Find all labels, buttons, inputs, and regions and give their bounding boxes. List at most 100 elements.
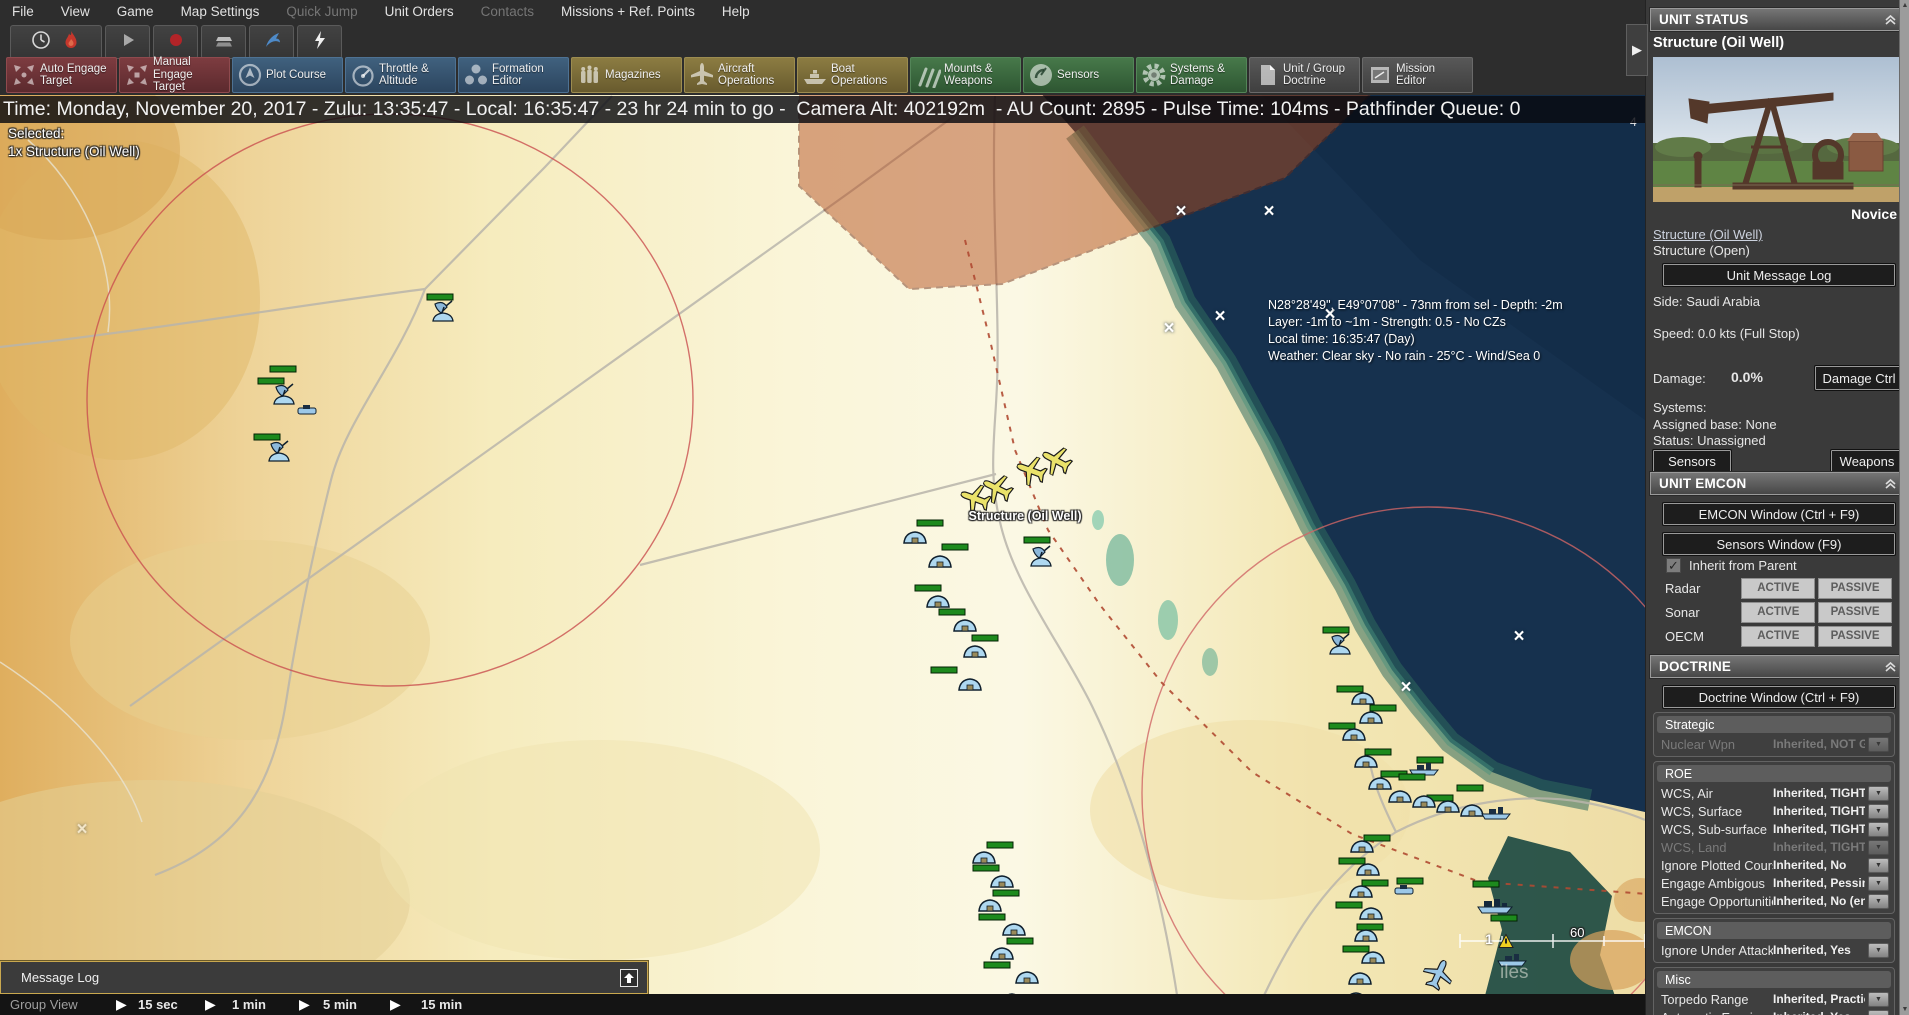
ribbon-plot-course[interactable]: Plot Course (232, 57, 343, 93)
menu-game[interactable]: Game (117, 4, 154, 19)
aircraft-icon[interactable] (1042, 445, 1072, 477)
oecm-passive-button[interactable]: PASSIVE (1818, 626, 1892, 647)
facility-icon[interactable] (977, 897, 1003, 913)
warning-icon[interactable] (1498, 934, 1514, 949)
doctrine-dropdown-button[interactable]: ▼ (1868, 894, 1889, 909)
sensors-window-button[interactable]: Sensors Window (F9) (1663, 533, 1895, 555)
unknown-contact-x-icon[interactable]: × (1513, 626, 1524, 648)
doctrine-window-button[interactable]: Doctrine Window (Ctrl + F9) (1663, 686, 1895, 708)
unknown-contact-x-icon[interactable]: × (1175, 201, 1186, 223)
ribbon-boat-operations[interactable]: Boat Operations (797, 57, 908, 93)
vehicle-icon[interactable] (1393, 884, 1415, 896)
menu-file[interactable]: File (12, 4, 34, 19)
scroll-down-icon[interactable]: ▼ (1900, 1006, 1909, 1013)
doctrine-dropdown-button[interactable]: ▼ (1868, 943, 1889, 958)
inherit-from-parent-checkbox[interactable]: ✓ (1666, 558, 1681, 573)
time-step-15-sec[interactable]: 15 sec (138, 994, 178, 1015)
ribbon-formation-editor[interactable]: Formation Editor (458, 57, 569, 93)
unit-count-label[interactable]: 1 (1485, 931, 1493, 947)
doctrine-dropdown-button[interactable]: ▼ (1868, 786, 1889, 801)
facility-icon[interactable] (1341, 726, 1367, 742)
unit-emcon-header[interactable]: UNIT EMCON (1650, 472, 1906, 495)
doctrine-header[interactable]: DOCTRINE (1650, 655, 1906, 678)
facility-icon[interactable] (1360, 949, 1386, 965)
facility-icon[interactable] (1001, 921, 1027, 937)
ribbon-auto-engage-target[interactable]: Auto Engage Target (6, 57, 117, 93)
sidebar-scrollbar[interactable]: ▲ ▼ (1899, 0, 1909, 1015)
facility-icon[interactable] (952, 617, 978, 633)
clock-flame-button[interactable] (10, 25, 102, 59)
facility-icon[interactable] (925, 593, 951, 609)
facility-icon[interactable] (989, 873, 1015, 889)
unit-status-header[interactable]: UNIT STATUS (1650, 8, 1906, 31)
radar-site-icon[interactable] (1028, 544, 1054, 568)
radar-site-icon[interactable] (271, 382, 297, 406)
sensors-button[interactable]: Sensors (1653, 450, 1731, 472)
unit-db-link[interactable]: Structure (Oil Well) (1653, 227, 1763, 242)
unknown-contact-x-icon[interactable]: × (1263, 201, 1274, 223)
record-button[interactable] (153, 25, 198, 59)
facility-icon[interactable] (1347, 970, 1373, 986)
doctrine-dropdown-button[interactable]: ▼ (1868, 822, 1889, 837)
unit-message-log-button[interactable]: Unit Message Log (1663, 264, 1895, 286)
message-log-expand-button[interactable] (620, 969, 638, 987)
ribbon-throttle-altitude[interactable]: Throttle & Altitude (345, 57, 456, 93)
facility-icon[interactable] (1358, 709, 1384, 725)
facility-icon[interactable] (1349, 838, 1375, 854)
facility-icon[interactable] (1435, 798, 1461, 814)
play-button[interactable] (105, 25, 150, 59)
ship-icon[interactable] (1477, 898, 1513, 914)
facility-icon[interactable] (962, 643, 988, 659)
aircraft-icon[interactable] (983, 473, 1013, 505)
sonar-active-button[interactable]: ACTIVE (1741, 602, 1815, 623)
facility-icon[interactable] (989, 945, 1015, 961)
damage-ctrl-button[interactable]: Damage Ctrl (1815, 366, 1903, 390)
facility-icon[interactable] (957, 676, 983, 692)
ribbon-sensors[interactable]: Sensors (1023, 57, 1134, 93)
facility-icon[interactable] (1411, 793, 1437, 809)
time-step-5-min[interactable]: 5 min (323, 994, 357, 1015)
menu-view[interactable]: View (61, 4, 90, 19)
facility-icon[interactable] (902, 529, 928, 545)
radar-site-icon[interactable] (430, 299, 456, 323)
facility-icon[interactable] (927, 553, 953, 569)
doctrine-dropdown-button[interactable]: ▼ (1868, 858, 1889, 873)
facility-icon[interactable] (1358, 905, 1384, 921)
emcon-window-button[interactable]: EMCON Window (Ctrl + F9) (1663, 503, 1895, 525)
sidebar-collapse-button[interactable]: ▶ (1626, 24, 1648, 76)
menu-missions-ref-points[interactable]: Missions + Ref. Points (561, 4, 695, 19)
layers-button[interactable] (201, 25, 246, 59)
tactical-map[interactable] (0, 83, 1645, 1015)
facility-icon[interactable] (1353, 753, 1379, 769)
ship-icon[interactable] (1481, 806, 1511, 820)
oecm-active-button[interactable]: ACTIVE (1741, 626, 1815, 647)
doctrine-dropdown-button[interactable]: ▼ (1868, 1010, 1889, 1015)
unknown-contact-x-icon[interactable]: × (76, 819, 87, 841)
ribbon-mounts-weapons[interactable]: Mounts & Weapons (910, 57, 1021, 93)
bolt-button[interactable] (297, 25, 342, 59)
ribbon-mission-editor[interactable]: Mission Editor (1362, 57, 1473, 93)
radar-site-icon[interactable] (1327, 632, 1353, 656)
radar-active-button[interactable]: ACTIVE (1741, 578, 1815, 599)
message-log-bar[interactable]: Message Log (0, 961, 648, 994)
menu-unit-orders[interactable]: Unit Orders (385, 4, 454, 19)
facility-icon[interactable] (1355, 861, 1381, 877)
ribbon-manual-engage-target[interactable]: Manual Engage Target (119, 57, 230, 93)
unknown-contact-x-icon[interactable]: × (1163, 318, 1174, 340)
unknown-contact-x-icon[interactable]: × (1400, 677, 1411, 699)
vehicle-icon[interactable] (296, 404, 318, 416)
facility-icon[interactable] (1014, 969, 1040, 985)
ribbon-systems-damage[interactable]: Systems & Damage (1136, 57, 1247, 93)
menu-help[interactable]: Help (722, 4, 750, 19)
radar-site-icon[interactable] (266, 439, 292, 463)
time-step-15-min[interactable]: 15 min (421, 994, 462, 1015)
doctrine-dropdown-button[interactable]: ▼ (1868, 804, 1889, 819)
scroll-up-icon[interactable]: ▲ (1900, 2, 1909, 9)
group-view-toggle[interactable]: Group View (10, 994, 78, 1015)
unknown-contact-x-icon[interactable]: × (1214, 306, 1225, 328)
aircraft-icon[interactable] (1423, 959, 1453, 991)
jump-button[interactable] (249, 25, 294, 59)
radar-passive-button[interactable]: PASSIVE (1818, 578, 1892, 599)
sonar-passive-button[interactable]: PASSIVE (1818, 602, 1892, 623)
doctrine-dropdown-button[interactable]: ▼ (1868, 992, 1889, 1007)
